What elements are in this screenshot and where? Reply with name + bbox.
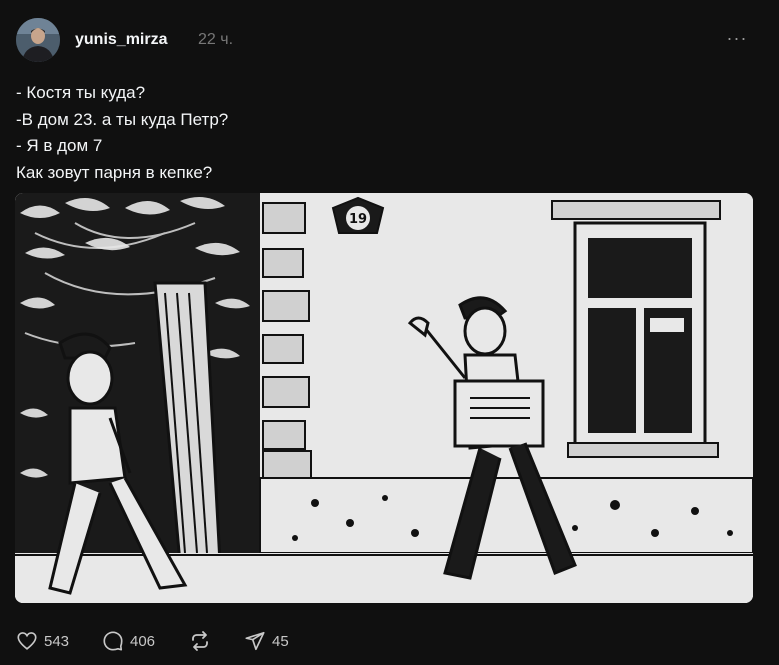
- more-icon[interactable]: ···: [725, 26, 749, 50]
- post-text-line: - Я в дом 7: [16, 136, 103, 155]
- repost-button[interactable]: [188, 626, 218, 656]
- avatar-photo: [16, 18, 60, 62]
- like-count: 543: [44, 632, 70, 650]
- post-actions: 543 406 45: [16, 626, 416, 656]
- post-text-line: -В дом 23. а ты куда Петр?: [16, 109, 229, 129]
- post-image[interactable]: 19: [15, 193, 753, 603]
- like-button[interactable]: 543: [16, 626, 69, 656]
- comment-icon: [103, 631, 123, 651]
- thread-post: yunis_mirza 22 ч. ··· - Костя ты куда? -…: [0, 0, 779, 665]
- illustration: 19: [15, 193, 753, 603]
- comment-count: 406: [130, 632, 156, 650]
- send-icon: [245, 631, 265, 651]
- share-count: 45: [272, 632, 289, 650]
- post-text-line: Как зовут парня в кепке?: [16, 162, 213, 182]
- post-time: 22 ч.: [198, 31, 234, 48]
- share-button[interactable]: 45: [244, 626, 289, 656]
- house-number: 19: [349, 212, 367, 227]
- username[interactable]: yunis_mirza: [75, 31, 167, 49]
- post-header: yunis_mirza 22 ч. ···: [16, 18, 763, 62]
- comment-button[interactable]: 406: [102, 626, 155, 656]
- post-text: - Костя ты куда? -В дом 23. а ты куда Пе…: [16, 80, 756, 186]
- heart-icon: [17, 632, 37, 650]
- avatar[interactable]: [16, 18, 60, 62]
- post-text-line: - Костя ты куда?: [16, 83, 146, 102]
- repost-icon: [192, 631, 208, 651]
